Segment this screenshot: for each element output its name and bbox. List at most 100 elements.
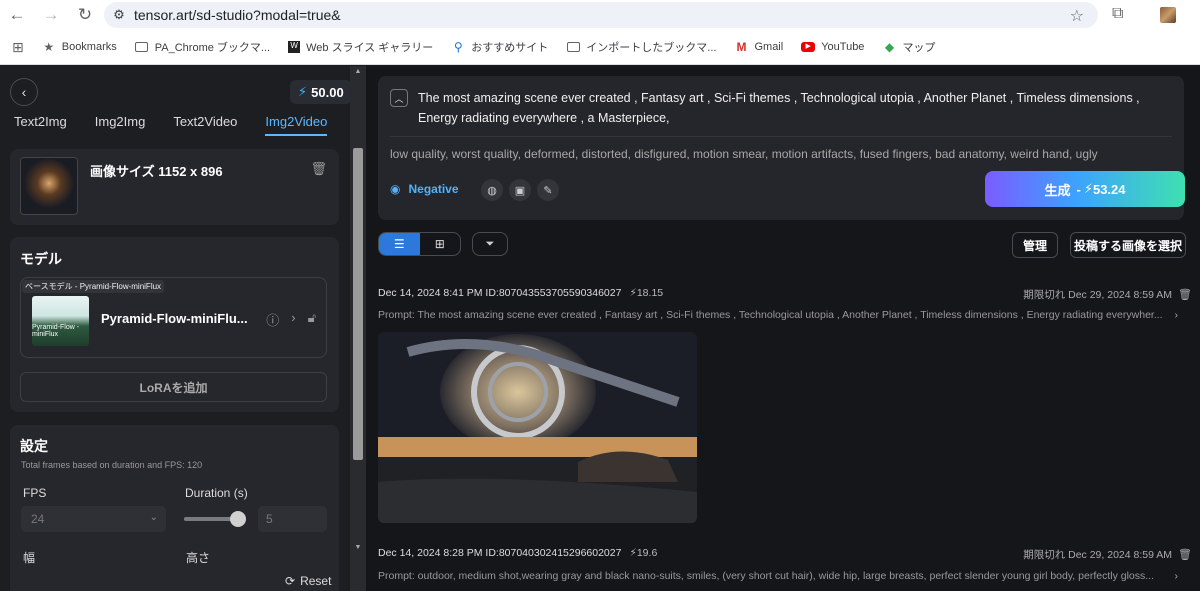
bookmark-item[interactable]: インポートしたブックマ... bbox=[566, 39, 716, 55]
bookmark-star-icon[interactable]: ☆ bbox=[1070, 6, 1084, 26]
negative-label: Negative bbox=[408, 182, 459, 196]
tab-img2video[interactable]: Img2Video bbox=[265, 114, 328, 136]
chevron-down-icon: ⌄ bbox=[149, 512, 158, 523]
entry-id: ID:807043553705590346027 bbox=[485, 287, 622, 299]
entry-expiry: 期限切れ Dec 29, 2024 8:59 AM 🗑 bbox=[1023, 547, 1192, 562]
add-lora-button[interactable]: LoRAを追加 bbox=[20, 372, 327, 402]
width-label: 幅 bbox=[23, 551, 36, 565]
input-image-thumbnail[interactable] bbox=[20, 157, 78, 215]
list-view-icon[interactable]: ☰ bbox=[379, 233, 420, 255]
entry-cost-value: 19.6 bbox=[636, 547, 658, 559]
bookmark-item[interactable]: M Gmail bbox=[734, 40, 783, 54]
tab-img2img[interactable]: Img2Img bbox=[95, 114, 146, 136]
entry-header: Dec 14, 2024 8:28 PM ID:8070403024152966… bbox=[378, 547, 657, 559]
magic-wand-icon[interactable]: ✎ bbox=[537, 179, 559, 201]
generate-cost-separator: - bbox=[1076, 181, 1081, 197]
bookmark-label: Web スライス ギャラリー bbox=[306, 42, 434, 54]
negative-prompt-input[interactable]: low quality, worst quality, deformed, di… bbox=[390, 147, 1098, 161]
grid-view-icon[interactable]: ⊞ bbox=[420, 233, 461, 255]
info-icon[interactable]: ⓘ bbox=[266, 310, 279, 329]
settings-sidebar: ‹ ⚡ 50.00 Text2Img Img2Img Text2Video Img… bbox=[0, 66, 352, 591]
model-actions: ⓘ › 🔓︎ bbox=[254, 310, 316, 329]
generated-image-art bbox=[378, 332, 697, 523]
duration-value: 5 bbox=[266, 512, 273, 526]
model-thumbnail: Pyramid-Flow - miniFlux bbox=[32, 296, 89, 346]
bookmark-item[interactable]: W Web スライス ギャラリー bbox=[288, 39, 433, 55]
profile-avatar[interactable] bbox=[1160, 7, 1176, 23]
eye-icon: ◉ bbox=[390, 182, 401, 196]
maps-icon: ◆ bbox=[884, 40, 895, 54]
lightning-icon: ⚡ bbox=[629, 547, 637, 559]
image-size-label: 画像サイズ 1152 x 896 bbox=[90, 164, 223, 179]
url-text: tensor.art/sd-studio?modal=true& bbox=[134, 7, 341, 23]
bookmark-item[interactable]: ★ Bookmarks bbox=[42, 40, 116, 54]
mode-tabs: Text2Img Img2Img Text2Video Img2Video bbox=[14, 114, 355, 136]
address-bar[interactable]: ⚙ tensor.art/sd-studio?modal=true& ☆ bbox=[104, 2, 1098, 28]
bookmarks-bar: ⊞ ★ Bookmarks PA_Chrome ブックマ... W Web スライス… bbox=[0, 30, 1200, 65]
bookmark-label: マップ bbox=[902, 42, 936, 54]
input-image-card: 画像サイズ 1152 x 896 🗑 bbox=[10, 149, 339, 225]
reset-label: Reset bbox=[300, 574, 332, 588]
credit-badge: ⚡ 50.00 bbox=[290, 80, 352, 104]
duration-input[interactable]: 5 bbox=[258, 506, 327, 532]
lightning-icon: ⚡ bbox=[629, 287, 637, 299]
scroll-up-arrow-icon[interactable]: ▲ bbox=[353, 68, 363, 75]
generate-button[interactable]: 生成 - ⚡ 53.24 bbox=[985, 171, 1185, 207]
expiry-label: 期限切れ bbox=[1023, 289, 1066, 301]
back-button[interactable]: ‹ bbox=[10, 78, 38, 106]
bookmark-item[interactable]: PA_Chrome ブックマ... bbox=[135, 39, 270, 55]
scroll-down-arrow-icon[interactable]: ▼ bbox=[353, 544, 363, 551]
apps-grid-icon[interactable]: ⊞ bbox=[12, 39, 24, 56]
model-selector[interactable]: ベースモデル - Pyramid-Flow-miniFlux Pyramid-F… bbox=[20, 277, 327, 358]
reset-button[interactable]: ⟳ Reset bbox=[285, 574, 331, 588]
site-info-icon[interactable]: ⚙ bbox=[104, 7, 134, 23]
bookmark-item[interactable]: ⚲ おすすめサイト bbox=[451, 39, 548, 55]
folder-icon bbox=[566, 42, 580, 52]
entry-prompt[interactable]: Prompt: The most amazing scene ever crea… bbox=[378, 309, 1178, 321]
select-images-button[interactable]: 投稿する画像を選択 bbox=[1070, 232, 1186, 258]
lock-icon[interactable]: 🔓︎ bbox=[308, 310, 316, 329]
trash-icon[interactable]: 🗑 bbox=[1178, 288, 1192, 301]
entry-prompt[interactable]: Prompt: outdoor, medium shot,wearing gra… bbox=[378, 570, 1178, 582]
chevron-right-icon[interactable]: › bbox=[291, 310, 295, 329]
tab-text2video[interactable]: Text2Video bbox=[173, 114, 237, 136]
bookmark-item[interactable]: ◆ マップ bbox=[882, 39, 936, 55]
trash-icon[interactable]: 🗑 bbox=[1178, 548, 1192, 561]
negative-toggle[interactable]: ◉ Negative bbox=[390, 182, 459, 196]
trash-icon[interactable]: 🗑 bbox=[310, 161, 327, 177]
chevron-right-icon[interactable]: › bbox=[1175, 309, 1179, 321]
manage-button[interactable]: 管理 bbox=[1012, 232, 1058, 258]
view-toggle: ☰ ⊞ bbox=[378, 232, 461, 256]
fps-select[interactable]: 24 ⌄ bbox=[21, 506, 166, 532]
chevron-left-icon: ‹ bbox=[21, 84, 27, 100]
credit-amount: 50.00 bbox=[311, 84, 344, 100]
bookmark-item[interactable]: ▶ YouTube bbox=[801, 41, 864, 53]
filter-icon[interactable]: ⏷ bbox=[472, 232, 508, 256]
bookmark-label: YouTube bbox=[821, 41, 865, 53]
generated-image[interactable] bbox=[378, 332, 697, 523]
prompt-input[interactable]: The most amazing scene ever created , Fa… bbox=[418, 88, 1178, 128]
scrollbar-thumb[interactable] bbox=[353, 148, 363, 460]
image-prompt-icon[interactable]: ▣ bbox=[509, 179, 531, 201]
globe-icon[interactable]: ◍ bbox=[481, 179, 503, 201]
lightning-icon: ⚡ bbox=[298, 84, 308, 99]
reload-icon[interactable]: ↻ bbox=[68, 0, 102, 30]
model-thumbnail-text: Pyramid-Flow - miniFlux bbox=[32, 324, 80, 338]
entry-header: Dec 14, 2024 8:41 PM ID:8070435537055903… bbox=[378, 287, 663, 299]
duration-slider-handle[interactable] bbox=[230, 511, 246, 527]
extensions-icon[interactable]: ⧉ bbox=[1112, 5, 1123, 23]
chevron-up-icon[interactable]: ︿ bbox=[390, 89, 408, 107]
lightning-icon: ⚡ bbox=[1083, 181, 1093, 196]
folder-icon bbox=[135, 42, 149, 52]
duration-label: Duration (s) bbox=[185, 486, 248, 500]
forward-arrow-icon[interactable]: → bbox=[34, 0, 68, 30]
expiry-date: Dec 29, 2024 8:59 AM bbox=[1068, 288, 1173, 301]
duration-slider[interactable] bbox=[184, 511, 246, 527]
model-name: Pyramid-Flow-miniFlu... bbox=[101, 311, 248, 326]
sidebar-scrollbar[interactable]: ▲ ▼ bbox=[350, 66, 366, 591]
expiry-date: Dec 29, 2024 8:59 AM bbox=[1068, 548, 1173, 561]
chevron-right-icon[interactable]: › bbox=[1175, 570, 1179, 582]
back-arrow-icon[interactable]: ← bbox=[0, 0, 34, 30]
model-card: モデル ベースモデル - Pyramid-Flow-miniFlux Pyram… bbox=[10, 237, 339, 412]
tab-text2img[interactable]: Text2Img bbox=[14, 114, 67, 136]
